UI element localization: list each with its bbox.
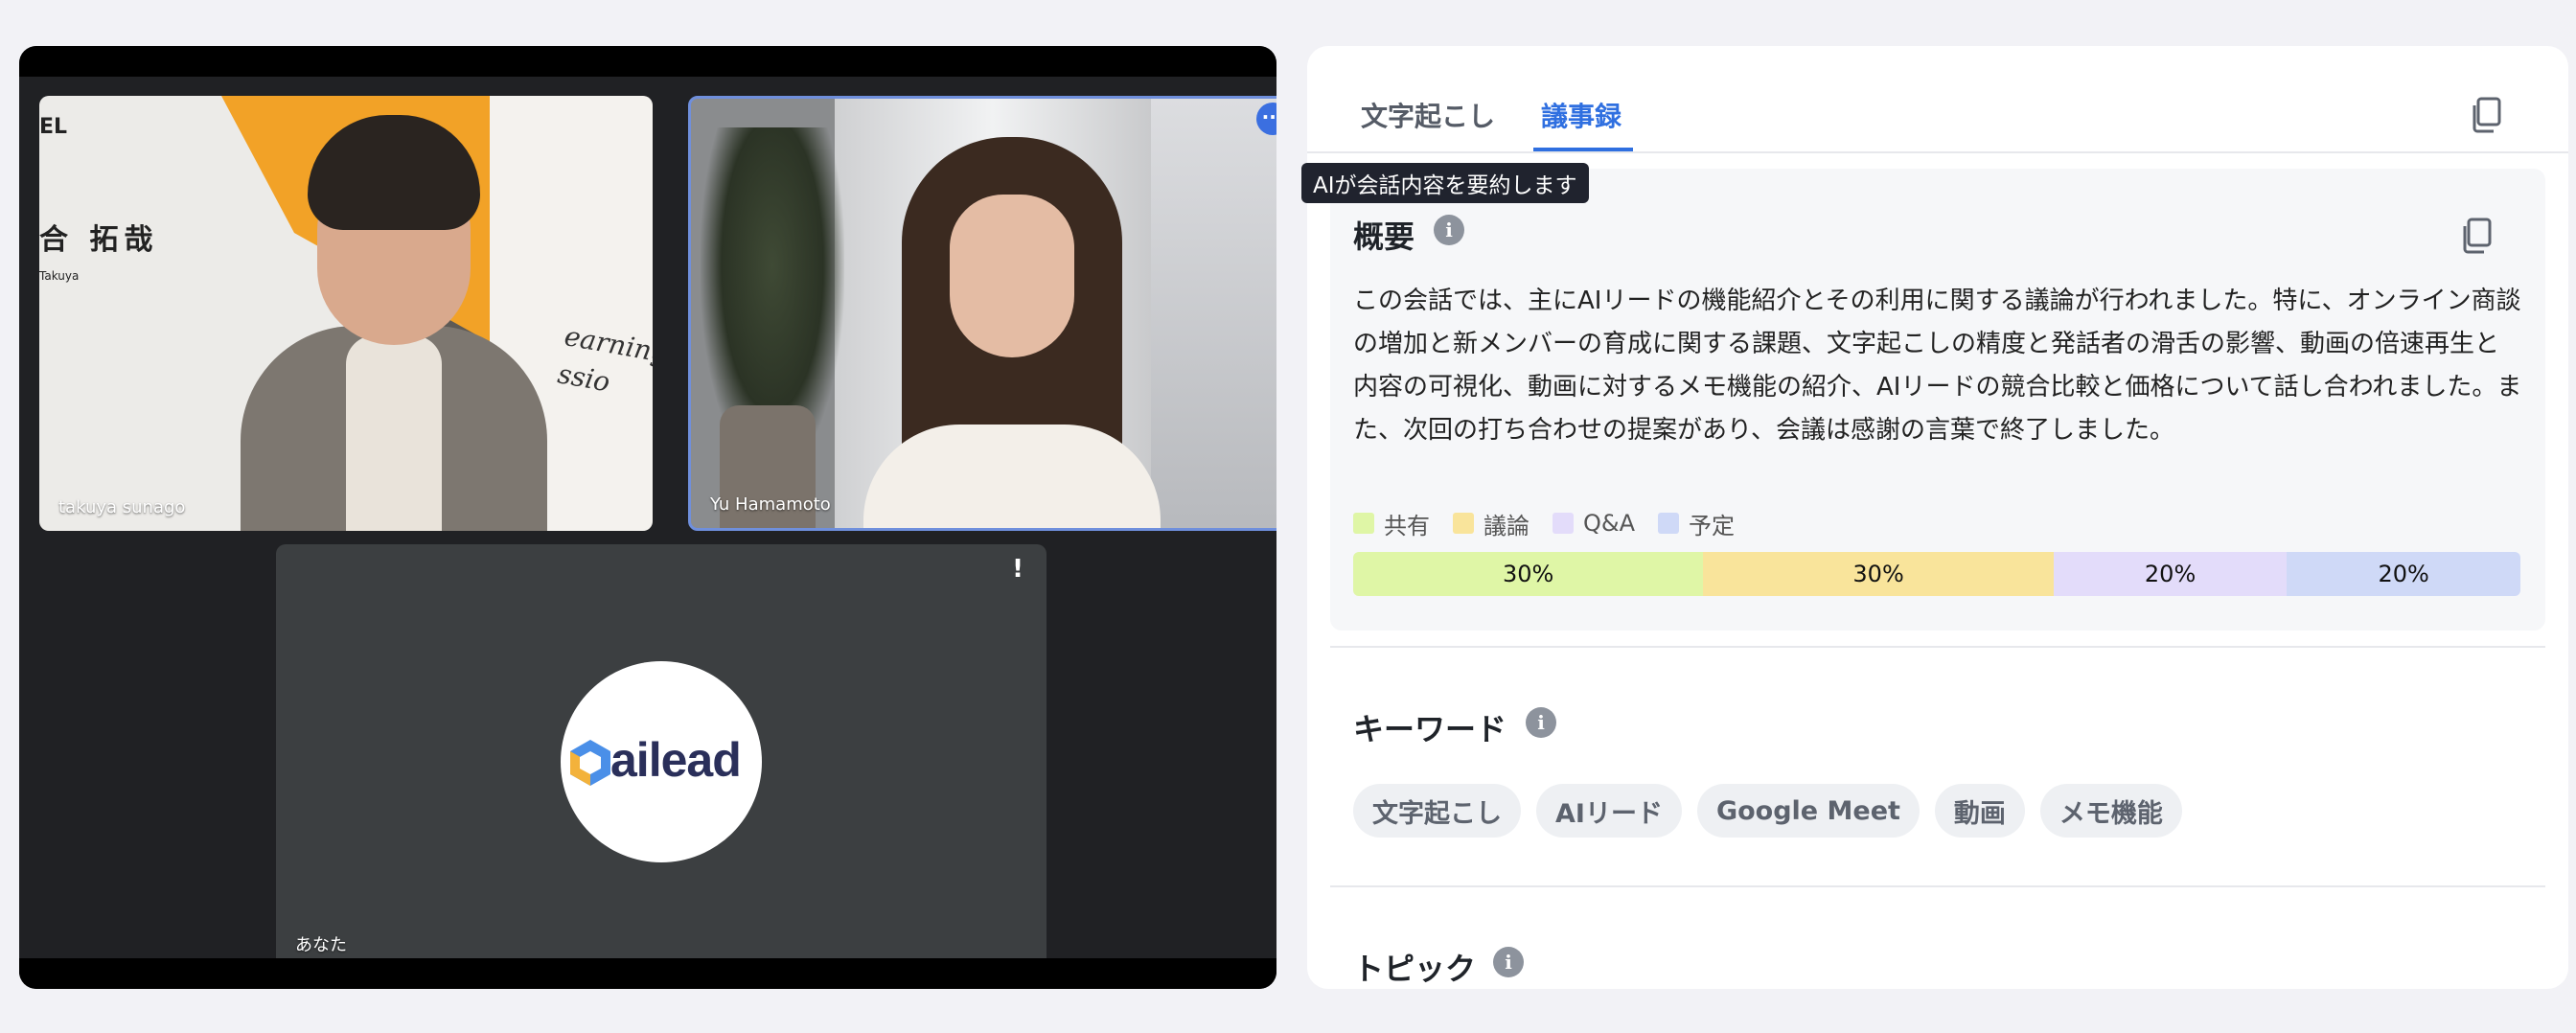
video-call-panel: EL 合 拓哉 Takuya earning ssio takuya sunag…	[19, 46, 1276, 989]
keyword-chips: 文字起こし AIリード Google Meet 動画 メモ機能	[1353, 784, 2182, 838]
ratio-segment-discussion: 30%	[1703, 552, 2054, 596]
background-signage: EL 合 拓哉 Takuya	[39, 115, 158, 283]
category-legend: 共有 議論 Q&A 予定	[1353, 510, 1736, 539]
info-icon[interactable]: i	[1526, 707, 1556, 738]
participant-tile-1[interactable]: EL 合 拓哉 Takuya earning ssio takuya sunag…	[39, 96, 653, 531]
ratio-segment-share: 30%	[1353, 552, 1704, 596]
legend-label: 予定	[1689, 512, 1736, 539]
legend-label: Q&A	[1583, 510, 1636, 537]
participant-name: takuya sunago	[58, 497, 186, 517]
ailead-logo-text: ailead	[610, 733, 742, 787]
legend-swatch	[1353, 513, 1374, 534]
legend-swatch	[1453, 513, 1474, 534]
legend-label: 議論	[1484, 512, 1530, 539]
legend-item: Q&A	[1552, 510, 1635, 537]
info-icon[interactable]: i	[1434, 215, 1464, 245]
ailead-logo-icon	[570, 740, 610, 786]
divider	[1330, 646, 2545, 648]
video-bottom-bar	[19, 958, 1276, 989]
keyword-chip[interactable]: 動画	[1934, 784, 2025, 838]
summary-title: 概要	[1353, 218, 1415, 255]
background-window	[1151, 99, 1276, 528]
copy-icon[interactable]	[2459, 217, 2494, 255]
participant-tile-self[interactable]: ailead ! あなた	[276, 544, 1046, 958]
category-ratio-bar: 30% 30% 20% 20%	[1353, 552, 2520, 596]
legend-item: 予定	[1658, 510, 1736, 539]
legend-swatch	[1552, 513, 1574, 534]
avatar: ailead	[561, 661, 762, 862]
keyword-chip[interactable]: Google Meet	[1696, 784, 1920, 838]
legend-item: 共有	[1353, 510, 1430, 539]
ratio-segment-schedule: 20%	[2287, 552, 2520, 596]
signage-romaji: Takuya	[39, 269, 80, 283]
summary-text: この会話では、主にAIリードの機能紹介とその利用に関する議論が行われました。特に…	[1353, 287, 2522, 445]
copy-icon[interactable]	[2469, 96, 2503, 134]
divider	[1330, 885, 2545, 887]
participant-video-person	[863, 137, 1161, 528]
tab-bar: 文字起こし 議事録	[1307, 46, 2568, 153]
signage-text: EL	[39, 115, 68, 139]
tooltip: AIが会話内容を要約します	[1301, 163, 1589, 203]
participant-name: あなた	[295, 935, 347, 955]
participant-video-person	[241, 115, 547, 531]
tab-minutes[interactable]: 議事録	[1541, 96, 1622, 134]
keyword-chip[interactable]: 文字起こし	[1353, 784, 1521, 838]
keyword-chip[interactable]: メモ機能	[2039, 784, 2182, 838]
keyword-chip[interactable]: AIリード	[1536, 784, 1682, 838]
legend-label: 共有	[1384, 512, 1430, 539]
participant-name: Yu Hamamoto	[710, 494, 831, 515]
summary-card: 概要 i この会話では、主にAIリードの機能紹介とその利用に関する議論が行われま…	[1330, 169, 2545, 631]
tab-transcript[interactable]: 文字起こし	[1361, 96, 1495, 134]
info-icon[interactable]: i	[1493, 947, 1524, 977]
video-top-bar	[19, 46, 1276, 77]
legend-item: 議論	[1453, 510, 1530, 539]
legend-swatch	[1658, 513, 1680, 534]
active-tab-indicator	[1533, 148, 1633, 151]
alert-icon[interactable]: !	[1004, 556, 1031, 583]
ratio-segment-qa: 20%	[2053, 552, 2288, 596]
signage-name: 合 拓哉	[39, 223, 159, 257]
participant-tile-2[interactable]: Yu Hamamoto ···	[688, 96, 1276, 531]
topics-title: トピック	[1353, 951, 1477, 987]
keywords-title: キーワード	[1353, 711, 1507, 747]
